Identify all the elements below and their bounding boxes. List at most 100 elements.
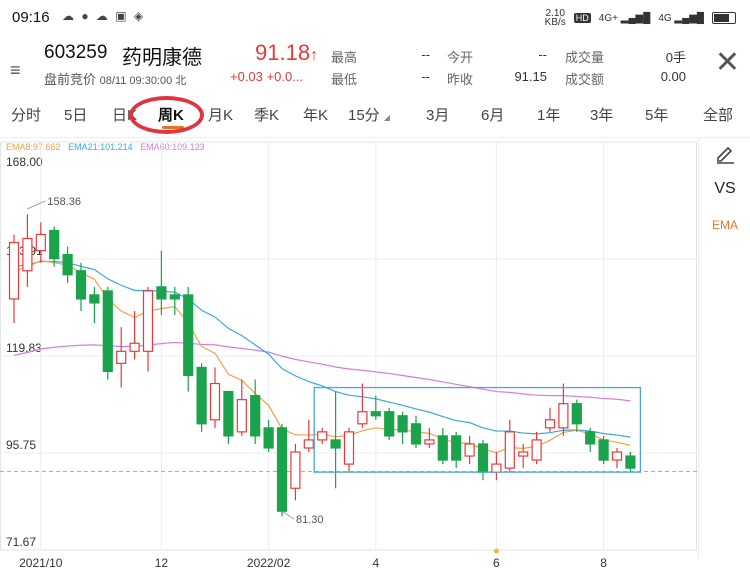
x-tick-label: 2022/02 [247, 556, 291, 570]
candle-body [343, 431, 355, 465]
stock-header: ≡ 603259 药明康德 盘前竞价 08/11 09:30:00 北 91.1… [0, 36, 750, 92]
candle-body [330, 439, 341, 449]
candle-body [22, 237, 33, 272]
session-label: 盘前竞价 [44, 72, 97, 87]
candle-body [477, 443, 489, 473]
candle-body [8, 241, 20, 300]
candle-body [397, 415, 408, 433]
candle-body [410, 423, 422, 445]
candle-body [558, 403, 569, 429]
candle-body [384, 411, 395, 437]
pencil-icon[interactable] [699, 142, 750, 169]
vs-button[interactable]: VS [699, 180, 750, 198]
high-label: 最高 [331, 50, 358, 65]
session-info: 盘前竞价 08/11 09:30:00 北 [44, 69, 186, 88]
candle-body [370, 411, 381, 417]
candle-body [35, 233, 46, 252]
min-price-label: 81.30 [296, 514, 324, 526]
tab-5year[interactable]: 5年 [645, 104, 668, 125]
tab-intraday[interactable]: 分时 [11, 104, 41, 125]
prev-close-value: 91.15 [514, 69, 547, 84]
candle-body [129, 342, 140, 352]
max-pointer [27, 200, 46, 210]
kline-chart[interactable]: 168.00143.91119.8395.7571.672021/1012202… [0, 138, 698, 570]
candle-body [491, 463, 502, 473]
ema-button[interactable]: EMA [699, 218, 750, 232]
candle-body [250, 395, 261, 437]
close-icon[interactable]: ✕ [715, 48, 740, 78]
candle-body [263, 427, 274, 449]
candle-body [544, 419, 556, 429]
battery-icon [712, 12, 736, 24]
candle-body [236, 399, 247, 433]
tab-yearly[interactable]: 年K [303, 104, 328, 125]
tab-quarterly[interactable]: 季K [254, 104, 279, 125]
tab-15min[interactable]: 15分 ◢ [348, 104, 390, 125]
candle-body [357, 411, 368, 425]
candle-body [276, 427, 288, 512]
status-bar: 09:16 ☁ ● ☁ ▣ ◈ 2.10 KB/s HD 4G+ ▂▄▆█ 4G… [0, 0, 750, 34]
x-tick-label: 4 [372, 556, 379, 570]
current-price: 91.18↑ [255, 40, 318, 66]
x-tick-label: 2021/10 [19, 556, 63, 570]
status-right: 2.10 KB/s HD 4G+ ▂▄▆█ 4G ▂▄▆█ [544, 9, 736, 28]
max-price-label: 158.36 [47, 196, 81, 208]
volume-value: 0手 [665, 50, 686, 65]
candle-body [196, 366, 207, 425]
notification-icons: ☁ ● ☁ ▣ ◈ [62, 9, 146, 23]
candle-body [451, 435, 462, 461]
stock-name: 药明康德 [122, 47, 202, 69]
highlight-box [313, 386, 642, 473]
hd-icon: HD [573, 13, 591, 23]
stock-code: 603259 [44, 42, 108, 63]
candle-body [116, 350, 127, 364]
tab-1year[interactable]: 1年 [537, 104, 560, 125]
amount-label: 成交额 [565, 72, 605, 87]
candle-body [437, 435, 448, 461]
signal2-label: 4G [658, 12, 672, 24]
tab-3month[interactable]: 3月 [426, 104, 449, 125]
candle-body [464, 443, 475, 457]
price-value: 91.18 [255, 40, 311, 65]
y-tick-label: 95.75 [6, 438, 36, 452]
signal-icon-1: 4G+ ▂▄▆█ [598, 12, 651, 24]
up-arrow-icon: ↑ [310, 47, 319, 64]
tab-all[interactable]: 全部 [703, 104, 733, 125]
y-tick-label: 168.00 [6, 155, 43, 169]
tab-monthly[interactable]: 月K [208, 104, 233, 125]
change-value: +0.03 [230, 69, 263, 84]
annotation-circle [129, 96, 204, 134]
candle-body [89, 294, 100, 304]
candle-body [571, 403, 582, 425]
x-tick-label: 12 [155, 556, 169, 570]
candle-body [290, 451, 301, 489]
candle-body [625, 455, 636, 469]
candle-body [142, 290, 154, 352]
candle-body [49, 229, 60, 260]
menu-icon[interactable]: ≡ [10, 60, 21, 81]
side-panel: VS EMA [698, 138, 750, 558]
volume-label: 成交量 [565, 50, 605, 65]
tab-15min-label: 15分 [348, 107, 380, 124]
candle-body [424, 439, 435, 445]
candle-body [102, 290, 113, 373]
candle-body [183, 294, 194, 377]
signal-icon-2: 4G ▂▄▆█ [658, 12, 704, 24]
net-speed-unit: KB/s [544, 17, 566, 28]
candle-body [504, 431, 515, 469]
net-speed: 2.10 KB/s [544, 9, 566, 28]
candle-body [62, 254, 73, 276]
tab-6month[interactable]: 6月 [481, 104, 504, 125]
change-percent: +0.0... [266, 69, 304, 84]
low-value: -- [421, 69, 430, 84]
low-label: 最低 [331, 72, 358, 87]
tab-5day[interactable]: 5日 [64, 104, 87, 125]
candle-body [317, 431, 328, 441]
candle-body [518, 451, 529, 457]
candle-body [303, 439, 314, 449]
min-pointer [281, 510, 295, 520]
tab-3year[interactable]: 3年 [590, 104, 613, 125]
x-tick-label: 8 [600, 556, 607, 570]
candle-body [223, 390, 234, 437]
candle-body [75, 270, 87, 300]
